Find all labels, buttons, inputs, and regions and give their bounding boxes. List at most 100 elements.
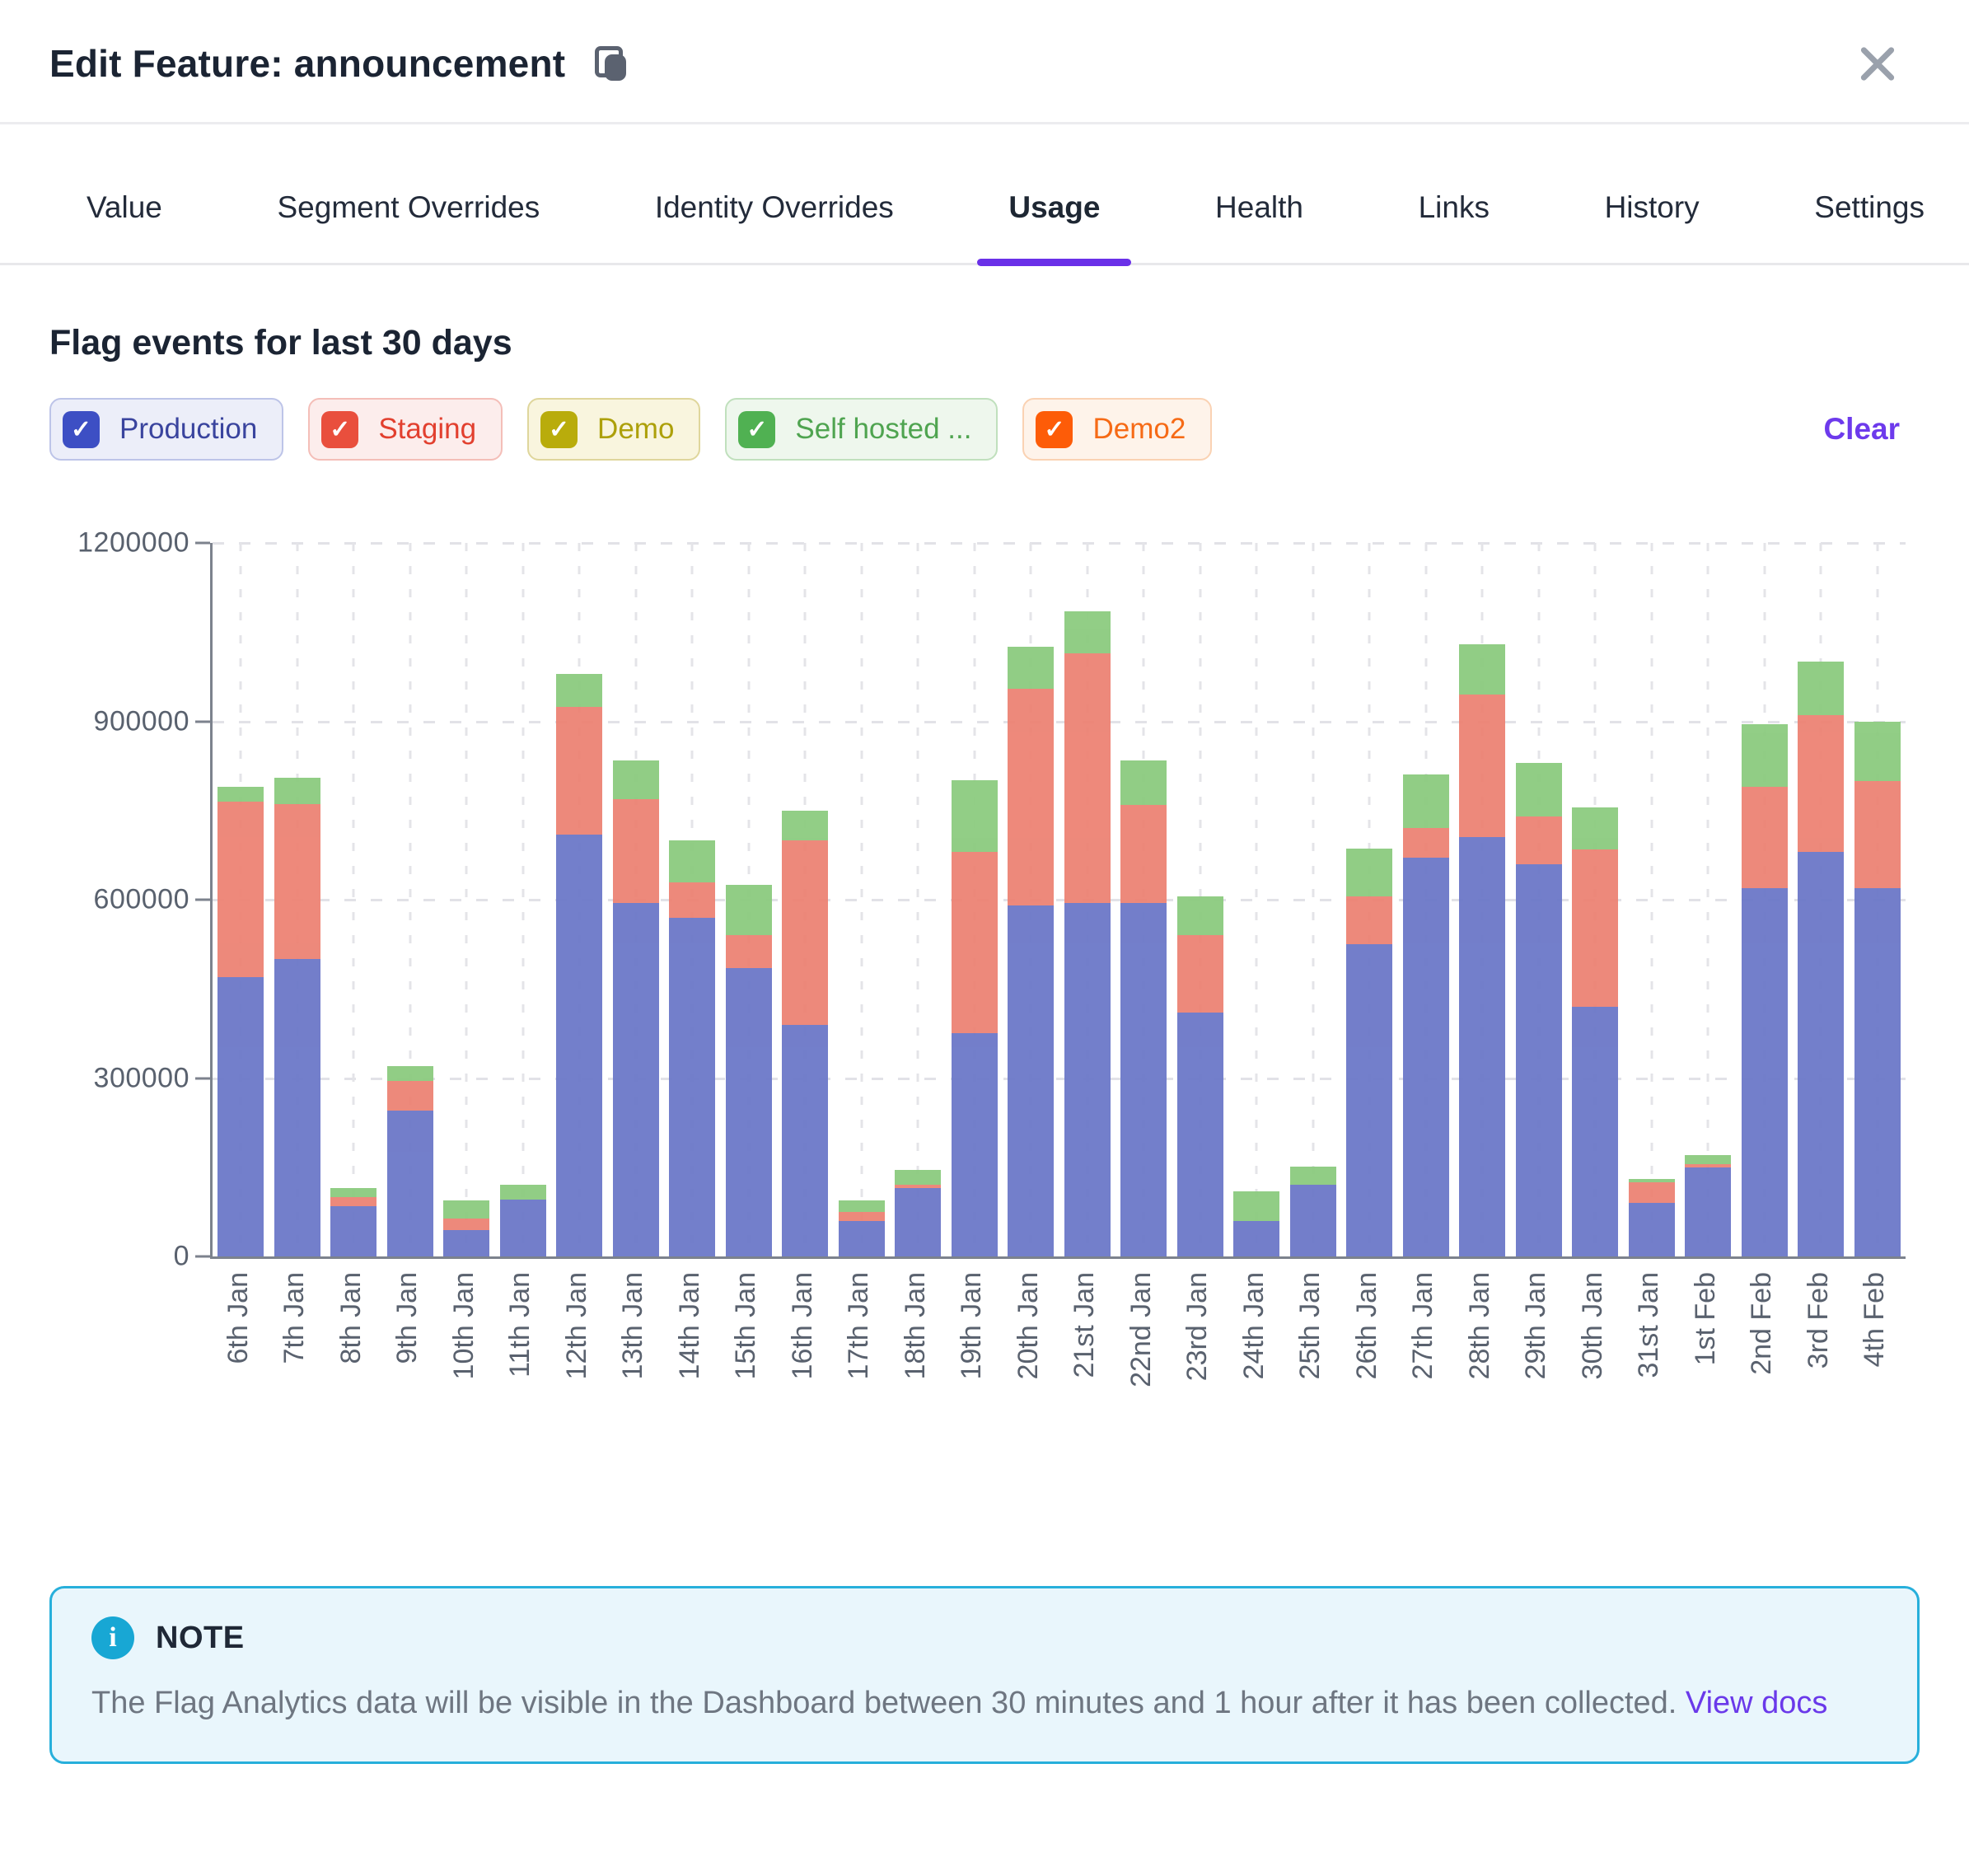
x-label-cell: 7th Jan — [267, 1259, 324, 1428]
legend-chip-label: Demo2 — [1092, 413, 1186, 446]
stacked-bar — [1403, 774, 1449, 1256]
bar-segment-staging — [1403, 828, 1449, 858]
tab-health[interactable]: Health — [1215, 190, 1303, 263]
bar-segment-production — [1854, 888, 1901, 1256]
stacked-bar — [952, 780, 998, 1256]
bar-segment-production — [895, 1188, 941, 1256]
bar-segment-production — [1233, 1221, 1279, 1256]
y-tick-label: 900000 — [94, 705, 189, 737]
bar-column-14th-jan — [664, 543, 721, 1256]
v-gridline — [353, 543, 355, 1256]
y-tick-label: 600000 — [94, 884, 189, 916]
x-label-cell: 25th Jan — [1283, 1259, 1340, 1428]
x-label-cell: 2nd Feb — [1734, 1259, 1791, 1428]
bar-segment-production — [1459, 837, 1505, 1256]
x-label-cell: 21st Jan — [1057, 1259, 1114, 1428]
bar-segment-staging — [669, 882, 715, 918]
stacked-bar — [782, 811, 828, 1256]
bar-column-20th-jan — [1003, 543, 1059, 1256]
copy-icon[interactable] — [593, 44, 631, 82]
x-tick-label: 23rd Jan — [1181, 1272, 1214, 1381]
stacked-bar — [895, 1170, 941, 1256]
x-tick-label: 3rd Feb — [1803, 1272, 1835, 1368]
x-tick-label: 25th Jan — [1294, 1272, 1326, 1379]
note-body: The Flag Analytics data will be visible … — [91, 1677, 1838, 1729]
bar-segment-self-hosted — [330, 1188, 376, 1197]
bar-segment-production — [839, 1221, 885, 1256]
stacked-bar — [387, 1066, 433, 1256]
checkbox-checked-icon[interactable]: ✓ — [321, 411, 358, 448]
bar-segment-self-hosted — [1233, 1191, 1279, 1221]
header-divider — [0, 122, 1969, 124]
bar-segment-staging — [330, 1197, 376, 1206]
bar-segment-production — [274, 959, 320, 1256]
bar-segment-self-hosted — [1008, 647, 1054, 689]
x-axis-labels: 6th Jan7th Jan8th Jan9th Jan10th Jan11th… — [210, 1259, 1903, 1428]
legend-chip-label: Demo — [597, 413, 674, 446]
x-label-cell: 14th Jan — [662, 1259, 718, 1428]
note-header: i NOTE — [91, 1616, 1878, 1659]
legend-chip-self-hosted[interactable]: ✓Self hosted ... — [725, 398, 998, 461]
bar-segment-staging — [443, 1219, 489, 1230]
checkbox-checked-icon[interactable]: ✓ — [738, 411, 775, 448]
modal-header: Edit Feature: announcement — [0, 0, 1969, 86]
x-tick-label: 13th Jan — [617, 1272, 649, 1379]
edit-feature-modal: Edit Feature: announcement Value Segment … — [0, 0, 1969, 1876]
legend-chip-demo2[interactable]: ✓ Demo2 — [1022, 398, 1212, 461]
x-label-cell: 13th Jan — [606, 1259, 662, 1428]
tab-links[interactable]: Links — [1419, 190, 1490, 263]
bar-column-24th-jan — [1228, 543, 1285, 1256]
tab-segment-overrides[interactable]: Segment Overrides — [277, 190, 540, 263]
stacked-bar — [1629, 1179, 1675, 1256]
clear-filters-link[interactable]: Clear — [1823, 412, 1900, 447]
bar-segment-self-hosted — [1572, 807, 1618, 849]
x-tick-label: 27th Jan — [1407, 1272, 1439, 1379]
bar-column-25th-jan — [1285, 543, 1342, 1256]
bar-segment-self-hosted — [952, 780, 998, 852]
tab-identity-overrides[interactable]: Identity Overrides — [655, 190, 894, 263]
v-gridline — [1312, 543, 1314, 1256]
tab-usage[interactable]: Usage — [1008, 190, 1100, 263]
tab-settings[interactable]: Settings — [1814, 190, 1925, 263]
stacked-bar — [839, 1200, 885, 1256]
stacked-bar — [556, 674, 602, 1256]
stacked-bar — [217, 787, 264, 1256]
bar-segment-production — [1064, 903, 1111, 1256]
stacked-bar — [1120, 760, 1167, 1256]
legend-chip-production[interactable]: ✓Production — [49, 398, 283, 461]
x-tick-label: 6th Jan — [222, 1272, 255, 1364]
checkbox-checked-icon[interactable]: ✓ — [540, 411, 578, 448]
bar-segment-production — [500, 1200, 546, 1256]
tab-history[interactable]: History — [1605, 190, 1700, 263]
bar-column-18th-jan — [890, 543, 947, 1256]
legend-chip-demo[interactable]: ✓ Demo — [527, 398, 700, 461]
bar-column-26th-jan — [1341, 543, 1398, 1256]
bar-segment-production — [1290, 1185, 1336, 1256]
checkbox-checked-icon[interactable]: ✓ — [63, 411, 100, 448]
v-gridline — [1707, 543, 1709, 1256]
tab-value[interactable]: Value — [87, 190, 162, 263]
y-axis-labels: 03000006000009000001200000 — [49, 543, 189, 1256]
environment-filter-chips: ✓Production✓Staging✓Demo✓Self hosted ...… — [49, 398, 1212, 461]
x-label-cell: 23rd Jan — [1170, 1259, 1227, 1428]
bar-column-23rd-jan — [1172, 543, 1229, 1256]
x-tick-label: 28th Jan — [1464, 1272, 1496, 1379]
view-docs-link[interactable]: View docs — [1686, 1686, 1828, 1720]
v-gridline — [860, 543, 863, 1256]
flag-events-chart: 03000006000009000001200000 6th Jan7th Ja… — [49, 543, 1920, 1428]
bar-segment-production — [443, 1230, 489, 1256]
x-label-cell: 1st Feb — [1677, 1259, 1734, 1428]
bar-column-17th-jan — [834, 543, 891, 1256]
bar-column-21st-jan — [1059, 543, 1116, 1256]
bar-segment-production — [217, 977, 264, 1256]
bar-column-7th-jan — [269, 543, 326, 1256]
checkbox-checked-icon[interactable]: ✓ — [1036, 411, 1073, 448]
bar-segment-staging — [1629, 1182, 1675, 1203]
bar-segment-self-hosted — [1403, 774, 1449, 828]
bar-segment-staging — [1516, 816, 1562, 864]
close-icon[interactable] — [1857, 42, 1900, 85]
bar-column-10th-jan — [438, 543, 495, 1256]
bar-column-4th-feb — [1850, 543, 1906, 1256]
legend-chip-staging[interactable]: ✓Staging — [308, 398, 503, 461]
bar-segment-production — [669, 918, 715, 1256]
